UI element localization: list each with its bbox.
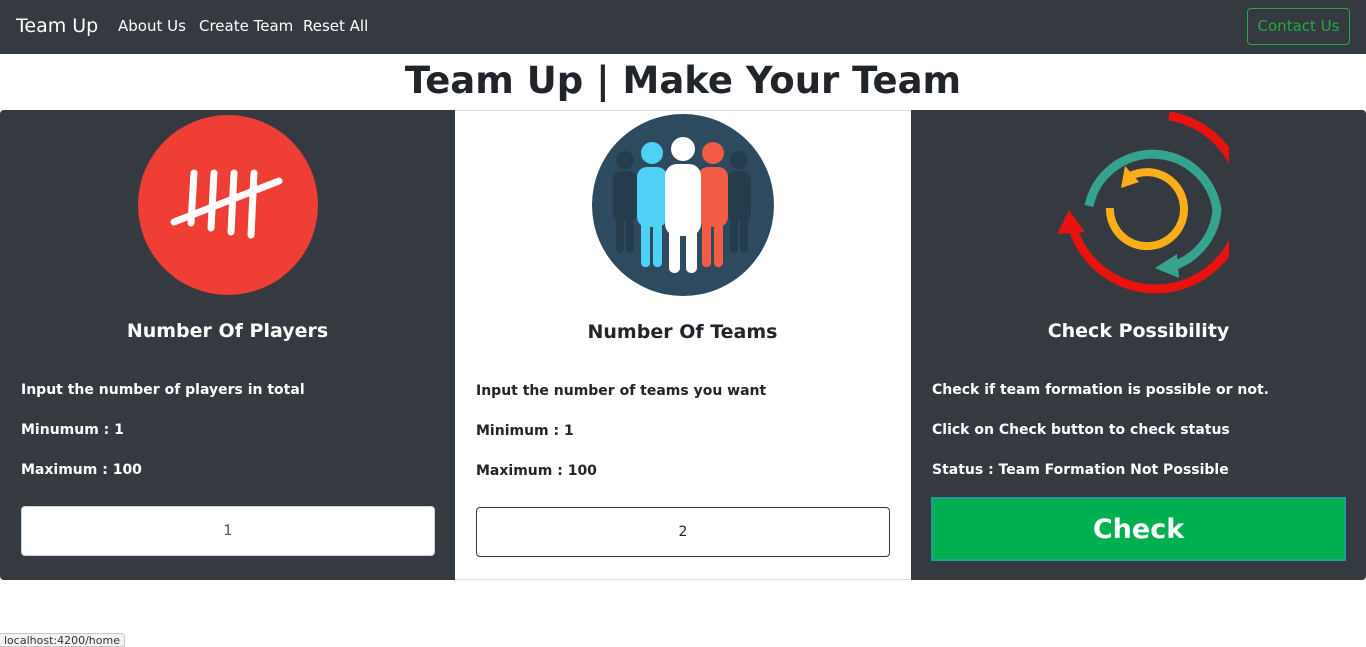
status-bar-url: localhost:4200/home	[0, 633, 125, 647]
nav-link-reset-all[interactable]: Reset All	[303, 16, 368, 36]
nav-link-create-team[interactable]: Create Team	[199, 16, 293, 36]
tally-marks-icon	[0, 110, 455, 310]
navbar: Team Up About Us Create Team Reset All C…	[0, 0, 1366, 54]
brand-link[interactable]: Team Up	[16, 14, 98, 38]
check-description: Check if team formation is possible or n…	[932, 382, 1269, 398]
check-button[interactable]: Check	[931, 497, 1346, 561]
teams-input[interactable]	[476, 507, 890, 557]
players-card-title: Number Of Players	[126, 320, 329, 342]
contact-us-button[interactable]: Contact Us	[1247, 8, 1350, 45]
check-card: Check Possibility Check if team formatio…	[911, 110, 1366, 580]
status-text: Status : Team Formation Not Possible	[932, 462, 1229, 478]
page-title: Team Up | Make Your Team	[404, 59, 962, 102]
teams-card-title: Number Of Teams	[587, 321, 778, 343]
check-instruction: Click on Check button to check status	[932, 422, 1230, 438]
teams-minimum: Minimum : 1	[476, 423, 574, 439]
teams-instruction: Input the number of teams you want	[476, 383, 767, 399]
players-maximum: Maximum : 100	[21, 462, 142, 478]
nav-link-about-us[interactable]: About Us	[118, 16, 186, 36]
check-card-title: Check Possibility	[1047, 320, 1230, 342]
refresh-arrows-icon	[911, 110, 1366, 310]
players-card: Number Of Players Input the number of pl…	[0, 110, 455, 580]
people-group-icon	[455, 111, 910, 311]
players-minimum: Minumum : 1	[21, 422, 124, 438]
players-input[interactable]	[21, 506, 435, 556]
teams-maximum: Maximum : 100	[476, 463, 597, 479]
players-instruction: Input the number of players in total	[21, 382, 305, 398]
teams-card: Number Of Teams Input the number of team…	[455, 110, 910, 580]
